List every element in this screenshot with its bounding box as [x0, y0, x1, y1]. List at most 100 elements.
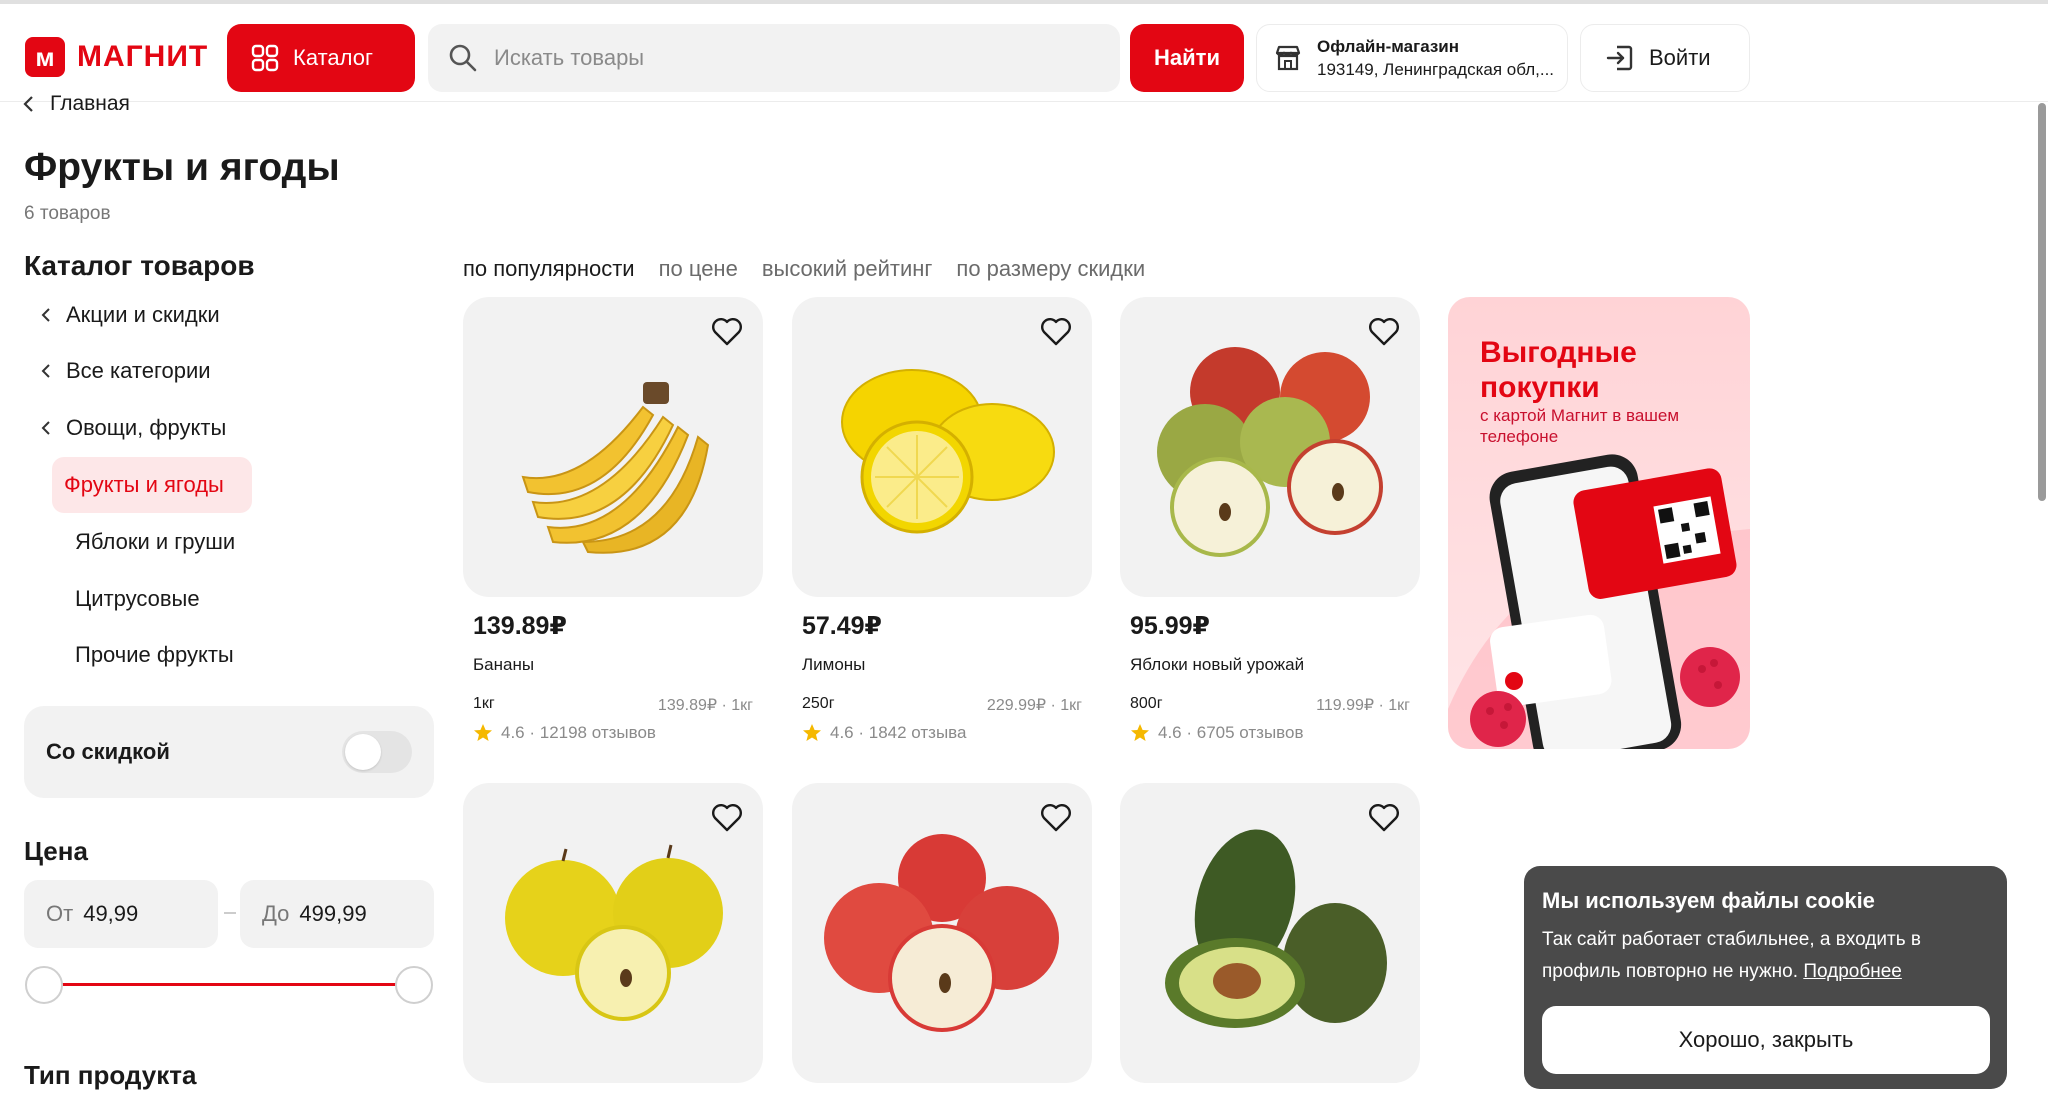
price-to-value: 499,99: [299, 901, 367, 926]
heart-icon[interactable]: [711, 803, 743, 833]
product-image[interactable]: [1120, 783, 1420, 1083]
sidebar-item-fruits-berries[interactable]: Фрукты и ягоды: [52, 457, 252, 513]
sort-bar: по популярности по цене высокий рейтинг …: [463, 256, 1145, 282]
sort-rating[interactable]: высокий рейтинг: [762, 256, 933, 282]
price-from-field[interactable]: От 49,99: [24, 880, 218, 948]
store-title: Офлайн-магазин: [1317, 36, 1460, 56]
product-rating: 4.6 · 12198 отзывов: [501, 723, 656, 742]
cookie-more-link[interactable]: Подробнее: [1803, 961, 1902, 982]
yellow-apples-image: [505, 844, 723, 1021]
product-image[interactable]: [792, 297, 1092, 597]
breadcrumb-label: Главная: [50, 92, 130, 115]
product-name[interactable]: Бананы: [463, 655, 763, 675]
product-weight: 1кг: [473, 695, 495, 712]
logo-mark-icon: м: [25, 37, 65, 77]
sort-popularity[interactable]: по популярности: [463, 256, 635, 282]
search-input[interactable]: [494, 45, 1094, 71]
sidebar-item-apples-pears[interactable]: Яблоки и груши: [75, 529, 235, 555]
search-bar: [428, 24, 1120, 92]
lemon-image: [841, 369, 1055, 534]
discount-label: Со скидкой: [46, 739, 170, 764]
sidebar-item-label: Овощи, фрукты: [66, 415, 227, 440]
store-address: 193149, Ленинградская обл,...: [1317, 59, 1555, 79]
catalog-heading: Каталог товаров: [24, 250, 255, 281]
breadcrumb[interactable]: Главная: [22, 92, 130, 116]
chevron-left-icon: [23, 96, 33, 112]
product-weight: 250г: [802, 695, 835, 712]
price-from-value: 49,99: [83, 901, 139, 926]
product-image[interactable]: [792, 783, 1092, 1083]
cookie-title: Мы используем файлы cookie: [1542, 888, 1875, 913]
find-button[interactable]: Найти: [1130, 24, 1244, 92]
star-icon: [1131, 724, 1149, 741]
product-card[interactable]: 95.99₽ Яблоки новый урожай 800г 119.99₽ …: [1120, 297, 1420, 743]
product-price: 139.89₽: [473, 612, 567, 640]
product-weight: 800г: [1130, 695, 1163, 712]
catalog-button[interactable]: Каталог: [227, 24, 415, 92]
price-slider-min-handle[interactable]: [25, 966, 63, 1004]
items-count: 6 товаров: [24, 203, 111, 224]
cookie-accept-button[interactable]: Хорошо, закрыть: [1542, 1006, 1990, 1074]
product-image[interactable]: [463, 783, 763, 1083]
promo-title: Выгодные покупки: [1480, 336, 1637, 404]
price-slider-track[interactable]: [44, 983, 414, 986]
promo-banner[interactable]: Выгодные покупки с картой Магнит в вашем…: [1448, 297, 1750, 749]
product-card[interactable]: [792, 783, 1092, 1083]
toggle-knob: [345, 734, 381, 770]
product-card[interactable]: [463, 783, 763, 1083]
cookie-text: Так сайт работает стабильнее, а входить …: [1542, 924, 1989, 988]
product-card[interactable]: 139.89₽ Бананы 1кг 139.89₽ · 1кг 4.6 · 1…: [463, 297, 763, 743]
page-title: Фрукты и ягоды: [24, 146, 340, 189]
banana-image: [521, 382, 710, 554]
product-rating: 4.6 · 6705 отзывов: [1158, 723, 1304, 742]
product-price: 95.99₽: [1130, 612, 1210, 640]
page-scrollbar[interactable]: [2038, 103, 2046, 501]
chevron-left-icon: [41, 364, 50, 378]
store-selector[interactable]: Офлайн-магазин 193149, Ленинградская обл…: [1256, 24, 1568, 92]
star-icon: [803, 724, 821, 741]
product-card[interactable]: [1120, 783, 1420, 1083]
product-unit-price: 139.89₽ · 1кг: [657, 697, 753, 714]
heart-icon[interactable]: [1040, 317, 1072, 347]
chevron-left-icon: [41, 421, 50, 435]
sort-discount[interactable]: по размеру скидки: [956, 256, 1145, 282]
red-apples-image: [824, 834, 1059, 1032]
price-to-field[interactable]: До 499,99: [240, 880, 434, 948]
sidebar-item-citrus[interactable]: Цитрусовые: [75, 586, 200, 612]
promo-subtitle: с картой Магнит в вашем телефоне: [1480, 406, 1680, 446]
price-heading: Цена: [24, 836, 88, 866]
star-icon: [474, 724, 492, 741]
login-label: Войти: [1649, 45, 1711, 70]
avocado-image: [1165, 829, 1387, 1028]
catalog-button-label: Каталог: [293, 45, 373, 70]
login-icon: [1606, 45, 1633, 71]
heart-icon[interactable]: [1040, 803, 1072, 833]
cookie-banner: Мы используем файлы cookie Так сайт рабо…: [1524, 866, 2007, 1089]
product-image[interactable]: [463, 297, 763, 597]
login-button[interactable]: Войти: [1580, 24, 1750, 92]
heart-icon[interactable]: [711, 317, 743, 347]
product-unit-price: 229.99₽ · 1кг: [986, 697, 1082, 714]
sidebar-item-promotions[interactable]: Акции и скидки: [40, 302, 220, 328]
product-card[interactable]: 57.49₽ Лимоны 250г 229.99₽ · 1кг 4.6 · 1…: [792, 297, 1092, 743]
sidebar-item-label: Акции и скидки: [66, 302, 220, 327]
heart-icon[interactable]: [1368, 317, 1400, 347]
sidebar-item-all-categories[interactable]: Все категории: [40, 358, 211, 384]
site-header: м МАГНИТ Каталог Найти Офлайн-магазин 19…: [0, 4, 2048, 102]
phone-illustration-icon: [1448, 454, 1750, 749]
heart-icon[interactable]: [1368, 803, 1400, 833]
sidebar-item-other-fruits[interactable]: Прочие фрукты: [75, 642, 234, 668]
product-rating: 4.6 · 1842 отзыва: [830, 723, 967, 742]
sidebar-item-vegetables-fruits[interactable]: Овощи, фрукты: [40, 415, 226, 441]
product-name[interactable]: Яблоки новый урожай: [1120, 655, 1420, 675]
magnit-logo[interactable]: м МАГНИТ: [25, 37, 208, 77]
product-type-heading: Тип продукта: [24, 1060, 197, 1090]
product-image[interactable]: [1120, 297, 1420, 597]
chevron-left-icon: [41, 308, 50, 322]
apples-image: [1157, 347, 1383, 557]
price-slider-max-handle[interactable]: [395, 966, 433, 1004]
product-name[interactable]: Лимоны: [792, 655, 1092, 675]
discount-toggle[interactable]: [342, 731, 412, 773]
sidebar-item-label: Все категории: [66, 358, 211, 383]
sort-price[interactable]: по цене: [659, 256, 738, 282]
